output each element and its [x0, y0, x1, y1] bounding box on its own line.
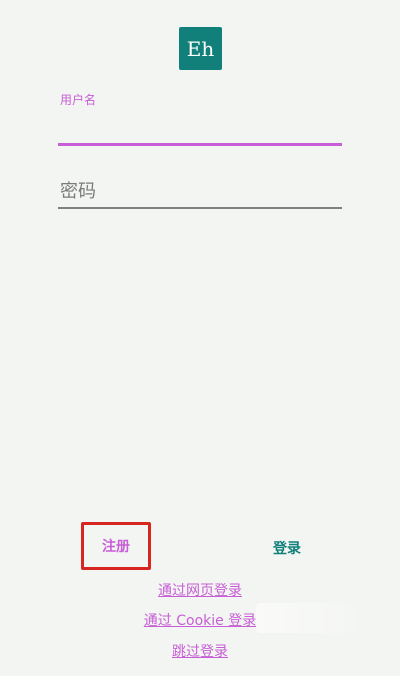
password-underline — [58, 207, 342, 209]
skip-login-link[interactable]: 跳过登录 — [0, 641, 400, 661]
app-logo: Eh — [179, 27, 222, 70]
web-login-link[interactable]: 通过网页登录 — [0, 580, 400, 600]
password-input[interactable] — [60, 176, 340, 206]
app-logo-text: Eh — [186, 36, 215, 61]
username-label: 用户名 — [60, 93, 97, 107]
register-button-label: 注册 — [102, 539, 130, 555]
username-underline — [58, 143, 342, 146]
username-input[interactable] — [60, 112, 340, 142]
login-button[interactable]: 登录 — [261, 535, 313, 561]
login-button-label: 登录 — [273, 541, 301, 557]
register-button[interactable]: 注册 — [81, 522, 151, 570]
watermark-blur — [256, 603, 356, 633]
